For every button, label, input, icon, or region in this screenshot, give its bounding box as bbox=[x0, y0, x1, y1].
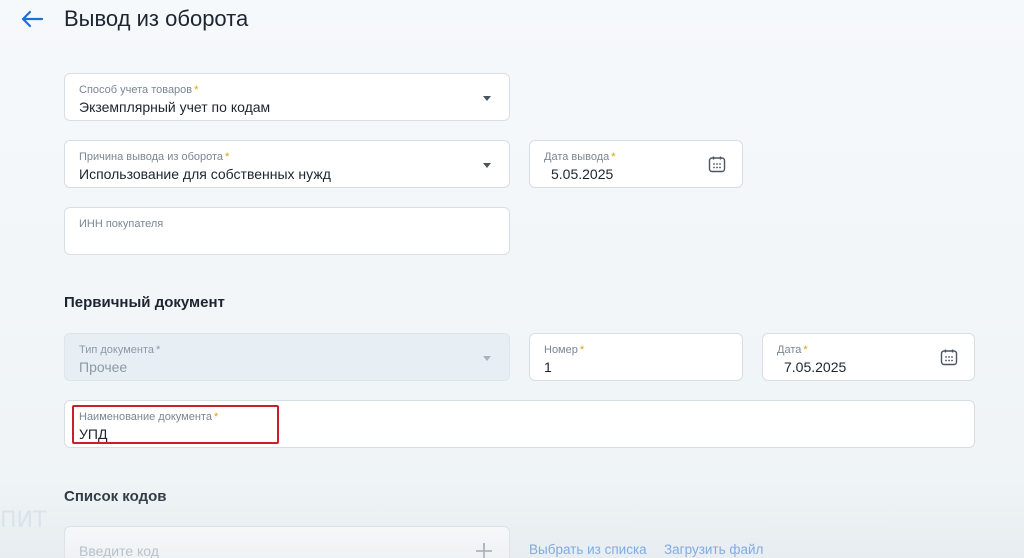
accounting-method-label: Способ учета товаров * bbox=[79, 84, 199, 96]
buyer-inn-label: ИНН покупателя bbox=[79, 218, 164, 230]
document-date-value: 7.05.2025 bbox=[784, 359, 847, 375]
withdrawal-reason-value: Использование для собственных нужд bbox=[79, 166, 331, 182]
watermark: ПИТ bbox=[0, 508, 47, 533]
highlight-box bbox=[72, 405, 279, 444]
chevron-down-icon bbox=[483, 163, 491, 168]
document-number-label: Номер * bbox=[544, 344, 585, 356]
document-date-label: Дата * bbox=[777, 344, 808, 356]
withdrawal-reason-select[interactable]: Причина вывода из оборота * Использование… bbox=[64, 140, 510, 188]
code-input-placeholder: Введите код bbox=[79, 543, 159, 558]
withdrawal-date-label: Дата вывода * bbox=[544, 151, 616, 163]
buyer-inn-field[interactable]: ИНН покупателя bbox=[64, 207, 510, 255]
codes-list-title: Список кодов bbox=[64, 488, 167, 505]
document-number-field[interactable]: Номер * 1 bbox=[529, 333, 743, 381]
upload-file-link[interactable]: Загрузить файл bbox=[664, 542, 763, 557]
select-from-list-link[interactable]: Выбрать из списка bbox=[529, 542, 647, 557]
document-type-value: Прочее bbox=[79, 359, 128, 375]
chevron-down-icon bbox=[483, 96, 491, 101]
arrow-left-icon bbox=[21, 10, 44, 28]
document-number-value: 1 bbox=[544, 359, 552, 375]
withdrawal-reason-label: Причина вывода из оборота * bbox=[79, 151, 230, 163]
chevron-down-icon bbox=[483, 356, 491, 361]
withdrawal-date-value: 5.05.2025 bbox=[551, 166, 614, 182]
back-button[interactable] bbox=[16, 6, 48, 32]
document-date-field[interactable]: Дата * 7.05.2025 bbox=[762, 333, 975, 381]
page-title: Вывод из оборота bbox=[64, 6, 249, 31]
calendar-icon[interactable] bbox=[940, 348, 958, 366]
withdrawal-date-field[interactable]: Дата вывода * 5.05.2025 bbox=[529, 140, 743, 188]
accounting-method-select[interactable]: Способ учета товаров * Экземплярный учет … bbox=[64, 73, 510, 121]
accounting-method-value: Экземплярный учет по кодам bbox=[79, 99, 271, 115]
calendar-icon[interactable] bbox=[708, 155, 726, 173]
document-type-select: Тип документа * Прочее bbox=[64, 333, 510, 381]
primary-document-title: Первичный документ bbox=[64, 294, 225, 311]
document-type-label: Тип документа * bbox=[79, 344, 161, 356]
code-input[interactable]: Введите код bbox=[64, 526, 510, 558]
plus-icon[interactable] bbox=[475, 542, 493, 558]
